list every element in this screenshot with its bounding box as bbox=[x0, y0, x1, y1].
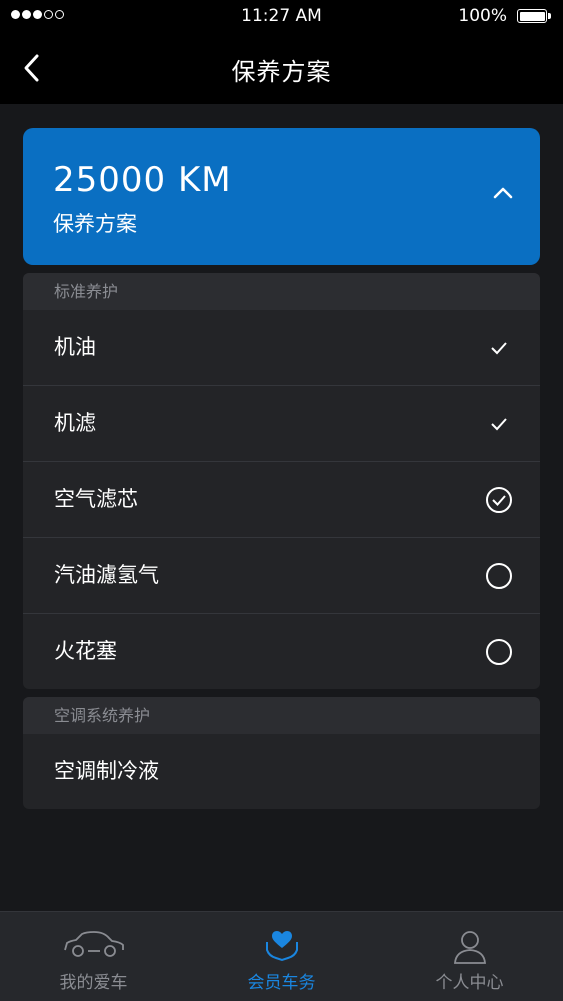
tab-label: 会员车务 bbox=[247, 973, 316, 993]
section-header: 标准养护 bbox=[23, 273, 540, 310]
list-item-oil-filter[interactable]: 机滤 bbox=[23, 385, 540, 461]
section-standard-maintenance: 标准养护 机油 机滤 空气滤芯 汽油濾氢气 火花塞 bbox=[23, 273, 540, 689]
item-label: 机滤 bbox=[54, 411, 96, 435]
circle-icon[interactable] bbox=[485, 562, 513, 590]
chevron-up-icon[interactable] bbox=[492, 186, 514, 200]
battery-percent: 100% bbox=[458, 6, 507, 26]
list-item-spark-plug[interactable]: 火花塞 bbox=[23, 613, 540, 689]
section-header: 空调系统养护 bbox=[23, 697, 540, 734]
list-item-ac-refrigerant[interactable]: 空调制冷液 bbox=[23, 734, 540, 809]
plan-subtitle: 保养方案 bbox=[53, 212, 137, 236]
car-icon bbox=[63, 931, 124, 957]
plan-mileage: 25000 KM bbox=[53, 160, 232, 200]
section-ac-maintenance: 空调系统养护 空调制冷液 bbox=[23, 697, 540, 809]
item-label: 火花塞 bbox=[54, 639, 117, 663]
check-icon[interactable] bbox=[485, 410, 513, 438]
circle-icon[interactable] bbox=[485, 638, 513, 666]
tab-member-services[interactable]: 会员车务 bbox=[188, 912, 375, 1001]
list-item-air-filter[interactable]: 空气滤芯 bbox=[23, 461, 540, 537]
navigation-bar: 保养方案 bbox=[0, 32, 563, 104]
maintenance-plan-card[interactable]: 25000 KM 保养方案 bbox=[23, 128, 540, 265]
tab-my-car[interactable]: 我的爱车 bbox=[0, 912, 187, 1001]
tab-label: 个人中心 bbox=[435, 973, 504, 993]
status-bar: 11:27 AM 100% bbox=[0, 0, 563, 32]
tab-label: 我的爱车 bbox=[59, 973, 128, 993]
page-title: 保养方案 bbox=[231, 58, 332, 86]
check-icon[interactable] bbox=[485, 334, 513, 362]
item-label: 空调制冷液 bbox=[54, 759, 159, 783]
person-icon bbox=[453, 931, 486, 964]
list-item-fuel-filter[interactable]: 汽油濾氢气 bbox=[23, 537, 540, 613]
battery-icon bbox=[517, 9, 551, 23]
heart-hands-icon bbox=[265, 931, 298, 962]
item-label: 空气滤芯 bbox=[54, 487, 138, 511]
circle-check-icon[interactable] bbox=[485, 486, 513, 514]
tab-bar: 我的爱车 会员车务 个人中心 bbox=[0, 911, 563, 1001]
item-label: 机油 bbox=[54, 335, 96, 359]
tab-profile[interactable]: 个人中心 bbox=[376, 912, 563, 1001]
item-label: 汽油濾氢气 bbox=[54, 563, 159, 587]
list-item-engine-oil[interactable]: 机油 bbox=[23, 310, 540, 385]
